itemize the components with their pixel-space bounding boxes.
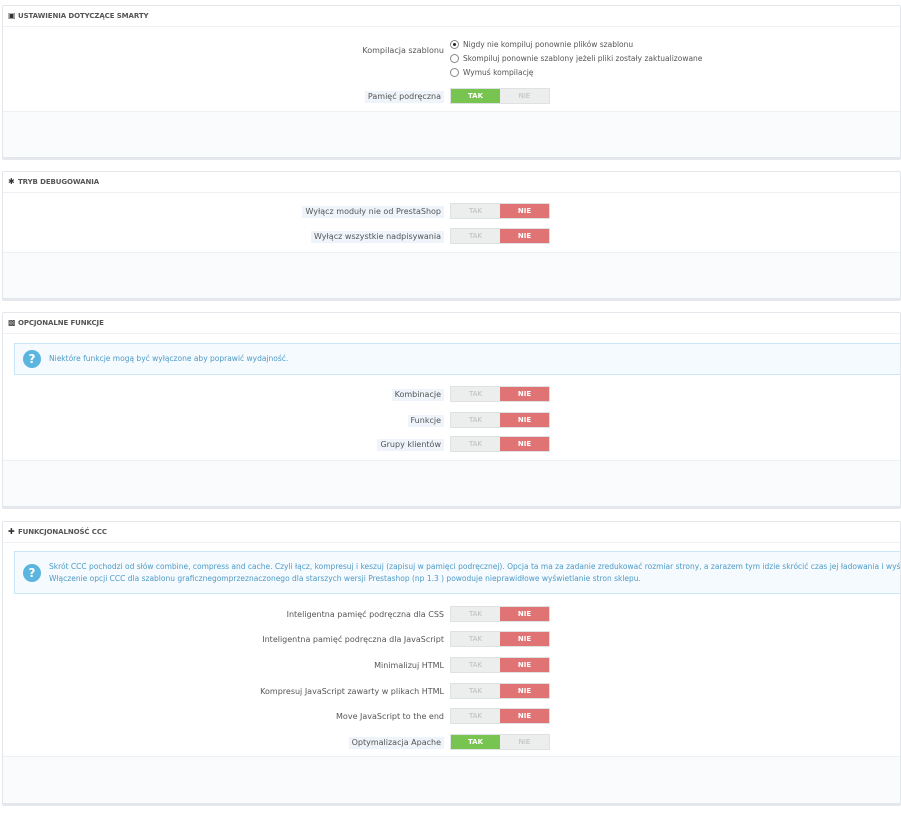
- customer-groups-row: Grupy klientów TAK NIE: [3, 436, 900, 452]
- switch-no[interactable]: NIE: [500, 89, 549, 103]
- fullscreen-icon: ✚: [8, 527, 15, 536]
- combinations-row: Kombinacje TAK NIE: [3, 386, 900, 402]
- panel-heading: ✚ FUNKCJONALNOŚĆ CCC: [3, 522, 900, 543]
- question-icon: ?: [23, 350, 41, 368]
- compress-inline-js-row: Kompresuj JavaScript zawarty w plikach H…: [3, 683, 900, 699]
- alert-text-line1: Skrót CCC pochodzi od słów combine, comp…: [49, 562, 900, 571]
- panel-title: TRYB DEBUGOWANIA: [18, 178, 100, 186]
- switch-yes[interactable]: TAK: [451, 607, 500, 621]
- js-cache-row: Inteligentna pamięć podręczna dla JavaSc…: [3, 631, 900, 647]
- switch-no[interactable]: NIE: [500, 387, 549, 401]
- switch-no[interactable]: NIE: [500, 229, 549, 243]
- panel-footer: [3, 460, 900, 506]
- row-label: Funkcje: [407, 415, 444, 427]
- panel-title: FUNKCJONALNOŚĆ CCC: [18, 528, 107, 536]
- switch-yes[interactable]: TAK: [451, 735, 500, 749]
- apache-optimization-row: Optymalizacja Apache TAK NIE: [3, 734, 900, 750]
- panel-footer: [3, 756, 900, 803]
- switch-yes[interactable]: TAK: [451, 413, 500, 427]
- disable-non-native-modules-switch[interactable]: TAK NIE: [450, 203, 550, 219]
- move-js-end-switch[interactable]: TAK NIE: [450, 708, 550, 724]
- panel-footer: [3, 111, 900, 157]
- radio-selected[interactable]: [450, 39, 459, 49]
- bug-icon: ✱: [8, 177, 15, 186]
- switch-yes[interactable]: TAK: [451, 684, 500, 698]
- css-cache-row: Inteligentna pamięć podręczna dla CSS TA…: [3, 606, 900, 622]
- switch-no[interactable]: NIE: [500, 437, 549, 451]
- row-label: Wyłącz moduły nie od PrestaShop: [302, 206, 444, 218]
- info-alert: ? Niektóre funkcje mogą być wyłączone ab…: [14, 343, 900, 375]
- switch-no[interactable]: NIE: [500, 204, 549, 218]
- switch-yes[interactable]: TAK: [451, 437, 500, 451]
- combinations-switch[interactable]: TAK NIE: [450, 386, 550, 402]
- optional-features-panel: ▩ OPCJONALNE FUNKCJE ? Niektóre funkcje m…: [2, 312, 901, 507]
- ccc-panel: ✚ FUNKCJONALNOŚĆ CCC ? Skrót CCC pochodzi…: [2, 521, 901, 804]
- panel-heading: ✱ TRYB DEBUGOWANIA: [3, 172, 900, 193]
- features-row: Funkcje TAK NIE: [3, 412, 900, 428]
- switch-yes[interactable]: TAK: [451, 204, 500, 218]
- switch-no[interactable]: NIE: [500, 413, 549, 427]
- puzzle-icon: ▩: [8, 318, 16, 327]
- info-alert: ? Skrót CCC pochodzi od słów combine, co…: [14, 551, 900, 594]
- js-cache-switch[interactable]: TAK NIE: [450, 631, 550, 647]
- row-label: Inteligentna pamięć podręczna dla JavaSc…: [262, 635, 444, 644]
- alert-text: Niektóre funkcje mogą być wyłączone aby …: [49, 354, 289, 363]
- move-js-end-row: Move JavaScript to the end TAK NIE: [3, 708, 900, 724]
- radio-unselected[interactable]: [450, 53, 459, 63]
- disable-overrides-switch[interactable]: TAK NIE: [450, 228, 550, 244]
- compress-inline-js-switch[interactable]: TAK NIE: [450, 683, 550, 699]
- switch-no[interactable]: NIE: [500, 684, 549, 698]
- switch-yes[interactable]: TAK: [451, 709, 500, 723]
- row-label: Grupy klientów: [377, 439, 444, 451]
- disable-non-native-modules-row: Wyłącz moduły nie od PrestaShop TAK NIE: [3, 203, 900, 219]
- cache-switch[interactable]: TAK NIE: [450, 88, 550, 104]
- customer-groups-switch[interactable]: TAK NIE: [450, 436, 550, 452]
- switch-no[interactable]: NIE: [500, 632, 549, 646]
- switch-yes[interactable]: TAK: [451, 632, 500, 646]
- row-label: Kompresuj JavaScript zawarty w plikach H…: [260, 687, 444, 696]
- compile-option-updated[interactable]: Skompiluj ponownie szablony jeżeli pliki…: [450, 53, 702, 67]
- features-switch[interactable]: TAK NIE: [450, 412, 550, 428]
- panel-title: OPCJONALNE FUNKCJE: [18, 319, 104, 327]
- debug-mode-panel: ✱ TRYB DEBUGOWANIA Wyłącz moduły nie od P…: [2, 171, 901, 299]
- template-compile-label: Kompilacja szablonu: [362, 46, 444, 55]
- alert-text-line2: Włączenie opcji CCC dla szablonu graficz…: [49, 574, 641, 583]
- camera-icon: ▣: [8, 11, 16, 20]
- row-label: Kombinacje: [391, 389, 444, 401]
- switch-no[interactable]: NIE: [500, 709, 549, 723]
- row-label: Optymalizacja Apache: [348, 737, 444, 749]
- radio-unselected[interactable]: [450, 67, 459, 77]
- minify-html-switch[interactable]: TAK NIE: [450, 657, 550, 673]
- switch-yes[interactable]: TAK: [451, 229, 500, 243]
- compile-option-never[interactable]: Nigdy nie kompiluj ponownie plików szabl…: [450, 39, 702, 53]
- switch-yes[interactable]: TAK: [451, 658, 500, 672]
- panel-heading: ▣ USTAWIENIA DOTYCZĄCE SMARTY: [3, 6, 900, 27]
- panel-title: USTAWIENIA DOTYCZĄCE SMARTY: [18, 12, 149, 20]
- template-compile-options: Nigdy nie kompiluj ponownie plików szabl…: [450, 39, 702, 81]
- switch-no[interactable]: NIE: [500, 658, 549, 672]
- panel-footer: [3, 252, 900, 298]
- compile-option-force[interactable]: Wymuś kompilację: [450, 67, 702, 81]
- cache-row: Pamięć podręczna TAK NIE: [3, 88, 900, 104]
- disable-overrides-row: Wyłącz wszystkie nadpisywania TAK NIE: [3, 228, 900, 244]
- switch-no[interactable]: NIE: [500, 607, 549, 621]
- minify-html-row: Minimalizuj HTML TAK NIE: [3, 657, 900, 673]
- switch-yes[interactable]: TAK: [451, 387, 500, 401]
- switch-yes[interactable]: TAK: [451, 89, 500, 103]
- panel-heading: ▩ OPCJONALNE FUNKCJE: [3, 313, 900, 334]
- switch-no[interactable]: NIE: [500, 735, 549, 749]
- row-label: Wyłącz wszystkie nadpisywania: [311, 231, 444, 243]
- row-label: Inteligentna pamięć podręczna dla CSS: [286, 610, 444, 619]
- row-label: Minimalizuj HTML: [374, 661, 444, 670]
- row-label: Move JavaScript to the end: [336, 712, 444, 721]
- smarty-settings-panel: ▣ USTAWIENIA DOTYCZĄCE SMARTY Kompilacja …: [2, 5, 901, 158]
- cache-label: Pamięć podręczna: [364, 91, 444, 103]
- css-cache-switch[interactable]: TAK NIE: [450, 606, 550, 622]
- apache-optimization-switch[interactable]: TAK NIE: [450, 734, 550, 750]
- question-icon: ?: [23, 563, 41, 582]
